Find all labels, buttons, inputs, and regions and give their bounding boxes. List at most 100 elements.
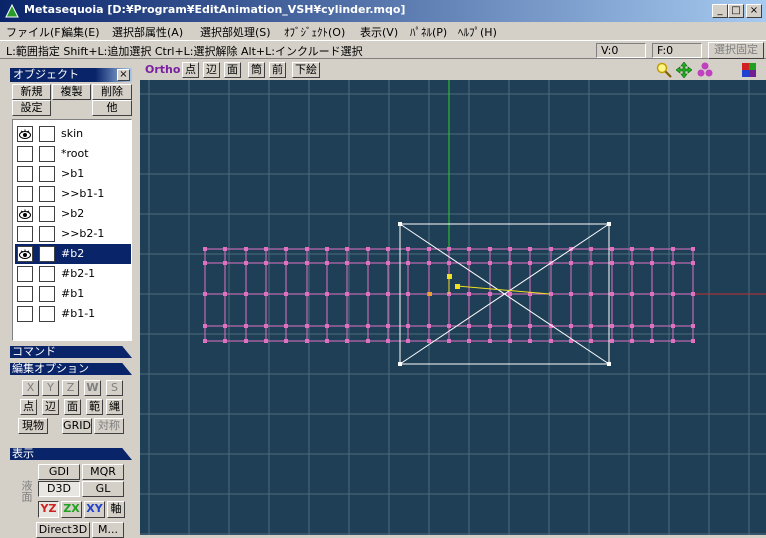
- visibility-toggle[interactable]: [17, 246, 33, 262]
- d3d-render-button[interactable]: D3D: [38, 481, 80, 497]
- object-name: >b2: [61, 207, 85, 220]
- close-button[interactable]: ×: [746, 4, 762, 18]
- object-row[interactable]: #b2: [15, 244, 131, 264]
- display-panel-header[interactable]: 表示: [10, 448, 132, 460]
- menu-view[interactable]: 表示(V): [360, 24, 398, 40]
- select-vertex-mode[interactable]: 点: [20, 399, 37, 415]
- object-row[interactable]: >b2: [15, 204, 131, 224]
- menu-panel[interactable]: ﾊﾟﾈﾙ(P): [410, 24, 447, 40]
- object-row[interactable]: >b1: [15, 164, 131, 184]
- visibility-toggle[interactable]: [17, 226, 33, 242]
- plane-zx-button[interactable]: ZX: [61, 501, 82, 518]
- object-name: #b1-1: [61, 307, 96, 320]
- gdi-render-button[interactable]: GDI: [38, 464, 80, 480]
- object-name: #b1: [61, 287, 85, 300]
- front-button[interactable]: 前: [269, 62, 286, 78]
- select-edge-mode[interactable]: 辺: [42, 399, 59, 415]
- show-edges-button[interactable]: 辺: [203, 62, 220, 78]
- zoom-icon[interactable]: [656, 62, 672, 78]
- axis-x-toggle[interactable]: X: [22, 380, 39, 396]
- cylinder-mesh[interactable]: [203, 247, 695, 343]
- lock-toggle[interactable]: [39, 126, 55, 142]
- object-name: #b2: [61, 247, 85, 260]
- current-object-toggle[interactable]: 現物: [18, 418, 48, 434]
- object-name: *root: [61, 147, 89, 160]
- 3d-viewport[interactable]: [140, 80, 766, 535]
- menu-file[interactable]: ファイル(F): [6, 24, 65, 40]
- show-vertices-button[interactable]: 点: [182, 62, 199, 78]
- show-faces-button[interactable]: 面: [224, 62, 241, 78]
- lock-toggle[interactable]: [39, 246, 55, 262]
- menu-bar: ファイル(F) 編集(E) 選択部属性(A) 選択部処理(S) ｵﾌﾞｼﾞｪｸﾄ…: [0, 22, 766, 40]
- lasso-select-mode[interactable]: 縄: [106, 399, 123, 415]
- minimize-button[interactable]: _: [712, 4, 728, 18]
- axis-s-toggle[interactable]: S: [106, 380, 123, 396]
- viewport-toolbar: Ortho 点 辺 面 筒 前 下絵: [140, 60, 766, 80]
- object-list: skin *root >b1 >>b1-1 >b2 >>b2-1 #b2 #b2-1 #b1 #b…: [12, 119, 132, 341]
- gl-render-button[interactable]: GL: [82, 481, 124, 497]
- object-row[interactable]: >>b2-1: [15, 224, 131, 244]
- plane-xy-button[interactable]: XY: [84, 501, 105, 518]
- visibility-toggle[interactable]: [17, 146, 33, 162]
- menu-help[interactable]: ﾍﾙﾌﾟ(H): [458, 24, 497, 40]
- menu-edit[interactable]: 編集(E): [62, 24, 100, 40]
- duplicate-object-button[interactable]: 複製: [52, 84, 91, 100]
- plane-yz-button[interactable]: YZ: [38, 501, 59, 518]
- lock-toggle[interactable]: [39, 306, 55, 322]
- vertex-count: V:0: [596, 43, 646, 58]
- ortho-toggle[interactable]: Ortho: [145, 63, 180, 76]
- lock-toggle[interactable]: [39, 166, 55, 182]
- axis-z-toggle[interactable]: Z: [62, 380, 79, 396]
- object-panel-close-button[interactable]: ×: [117, 69, 130, 81]
- lock-selection-button[interactable]: 選択固定: [708, 42, 764, 59]
- viewport-canvas[interactable]: [140, 80, 766, 535]
- menu-selection-processing[interactable]: 選択部処理(S): [200, 24, 271, 40]
- maximize-button[interactable]: □: [728, 4, 744, 18]
- object-row[interactable]: skin: [15, 124, 131, 144]
- mqr-render-button[interactable]: MQR: [82, 464, 124, 480]
- color-palette-icon[interactable]: [742, 63, 756, 77]
- visibility-toggle[interactable]: [17, 186, 33, 202]
- visibility-toggle[interactable]: [17, 206, 33, 222]
- lock-toggle[interactable]: [39, 286, 55, 302]
- direct3d-button[interactable]: Direct3D: [36, 522, 90, 538]
- rotate-icon[interactable]: [697, 62, 713, 78]
- underlay-image-button[interactable]: 下絵: [292, 62, 320, 78]
- range-select-mode[interactable]: 範: [86, 399, 103, 415]
- object-row[interactable]: #b1: [15, 284, 131, 304]
- lock-toggle[interactable]: [39, 206, 55, 222]
- object-other-button[interactable]: 他: [92, 100, 132, 116]
- axis-w-toggle[interactable]: W: [84, 380, 101, 396]
- object-row[interactable]: #b2-1: [15, 264, 131, 284]
- visibility-toggle[interactable]: [17, 266, 33, 282]
- grid-snap-toggle[interactable]: GRID: [62, 418, 92, 434]
- mouse-hint: L:範囲指定 Shift+L:追加選択 Ctrl+L:選択解除 Alt+L:イン…: [6, 45, 363, 58]
- lock-toggle[interactable]: [39, 266, 55, 282]
- menu-object[interactable]: ｵﾌﾞｼﾞｪｸﾄ(O): [284, 24, 345, 40]
- symmetry-toggle[interactable]: 対称: [94, 418, 124, 434]
- delete-object-button[interactable]: 削除: [92, 84, 132, 100]
- lock-toggle[interactable]: [39, 146, 55, 162]
- object-name: >>b2-1: [61, 227, 105, 240]
- axis-y-toggle[interactable]: Y: [42, 380, 59, 396]
- visibility-toggle[interactable]: [17, 126, 33, 142]
- object-settings-button[interactable]: 設定: [12, 100, 51, 116]
- pan-icon[interactable]: [676, 62, 692, 78]
- menu-selection-attributes[interactable]: 選択部属性(A): [112, 24, 183, 40]
- object-row[interactable]: #b1-1: [15, 304, 131, 324]
- visibility-toggle[interactable]: [17, 306, 33, 322]
- cylinder-button[interactable]: 筒: [248, 62, 265, 78]
- grid-lines: [140, 80, 766, 535]
- new-object-button[interactable]: 新規: [12, 84, 51, 100]
- visibility-toggle[interactable]: [17, 286, 33, 302]
- select-face-mode[interactable]: 面: [64, 399, 81, 415]
- visibility-toggle[interactable]: [17, 166, 33, 182]
- more-display-button[interactable]: M...: [92, 522, 124, 538]
- object-row[interactable]: >>b1-1: [15, 184, 131, 204]
- edit-options-header[interactable]: 編集オプション: [10, 363, 132, 375]
- object-row[interactable]: *root: [15, 144, 131, 164]
- axis-display-button[interactable]: 軸: [107, 501, 125, 518]
- lock-toggle[interactable]: [39, 186, 55, 202]
- command-panel-header[interactable]: コマンド: [10, 346, 132, 358]
- lock-toggle[interactable]: [39, 226, 55, 242]
